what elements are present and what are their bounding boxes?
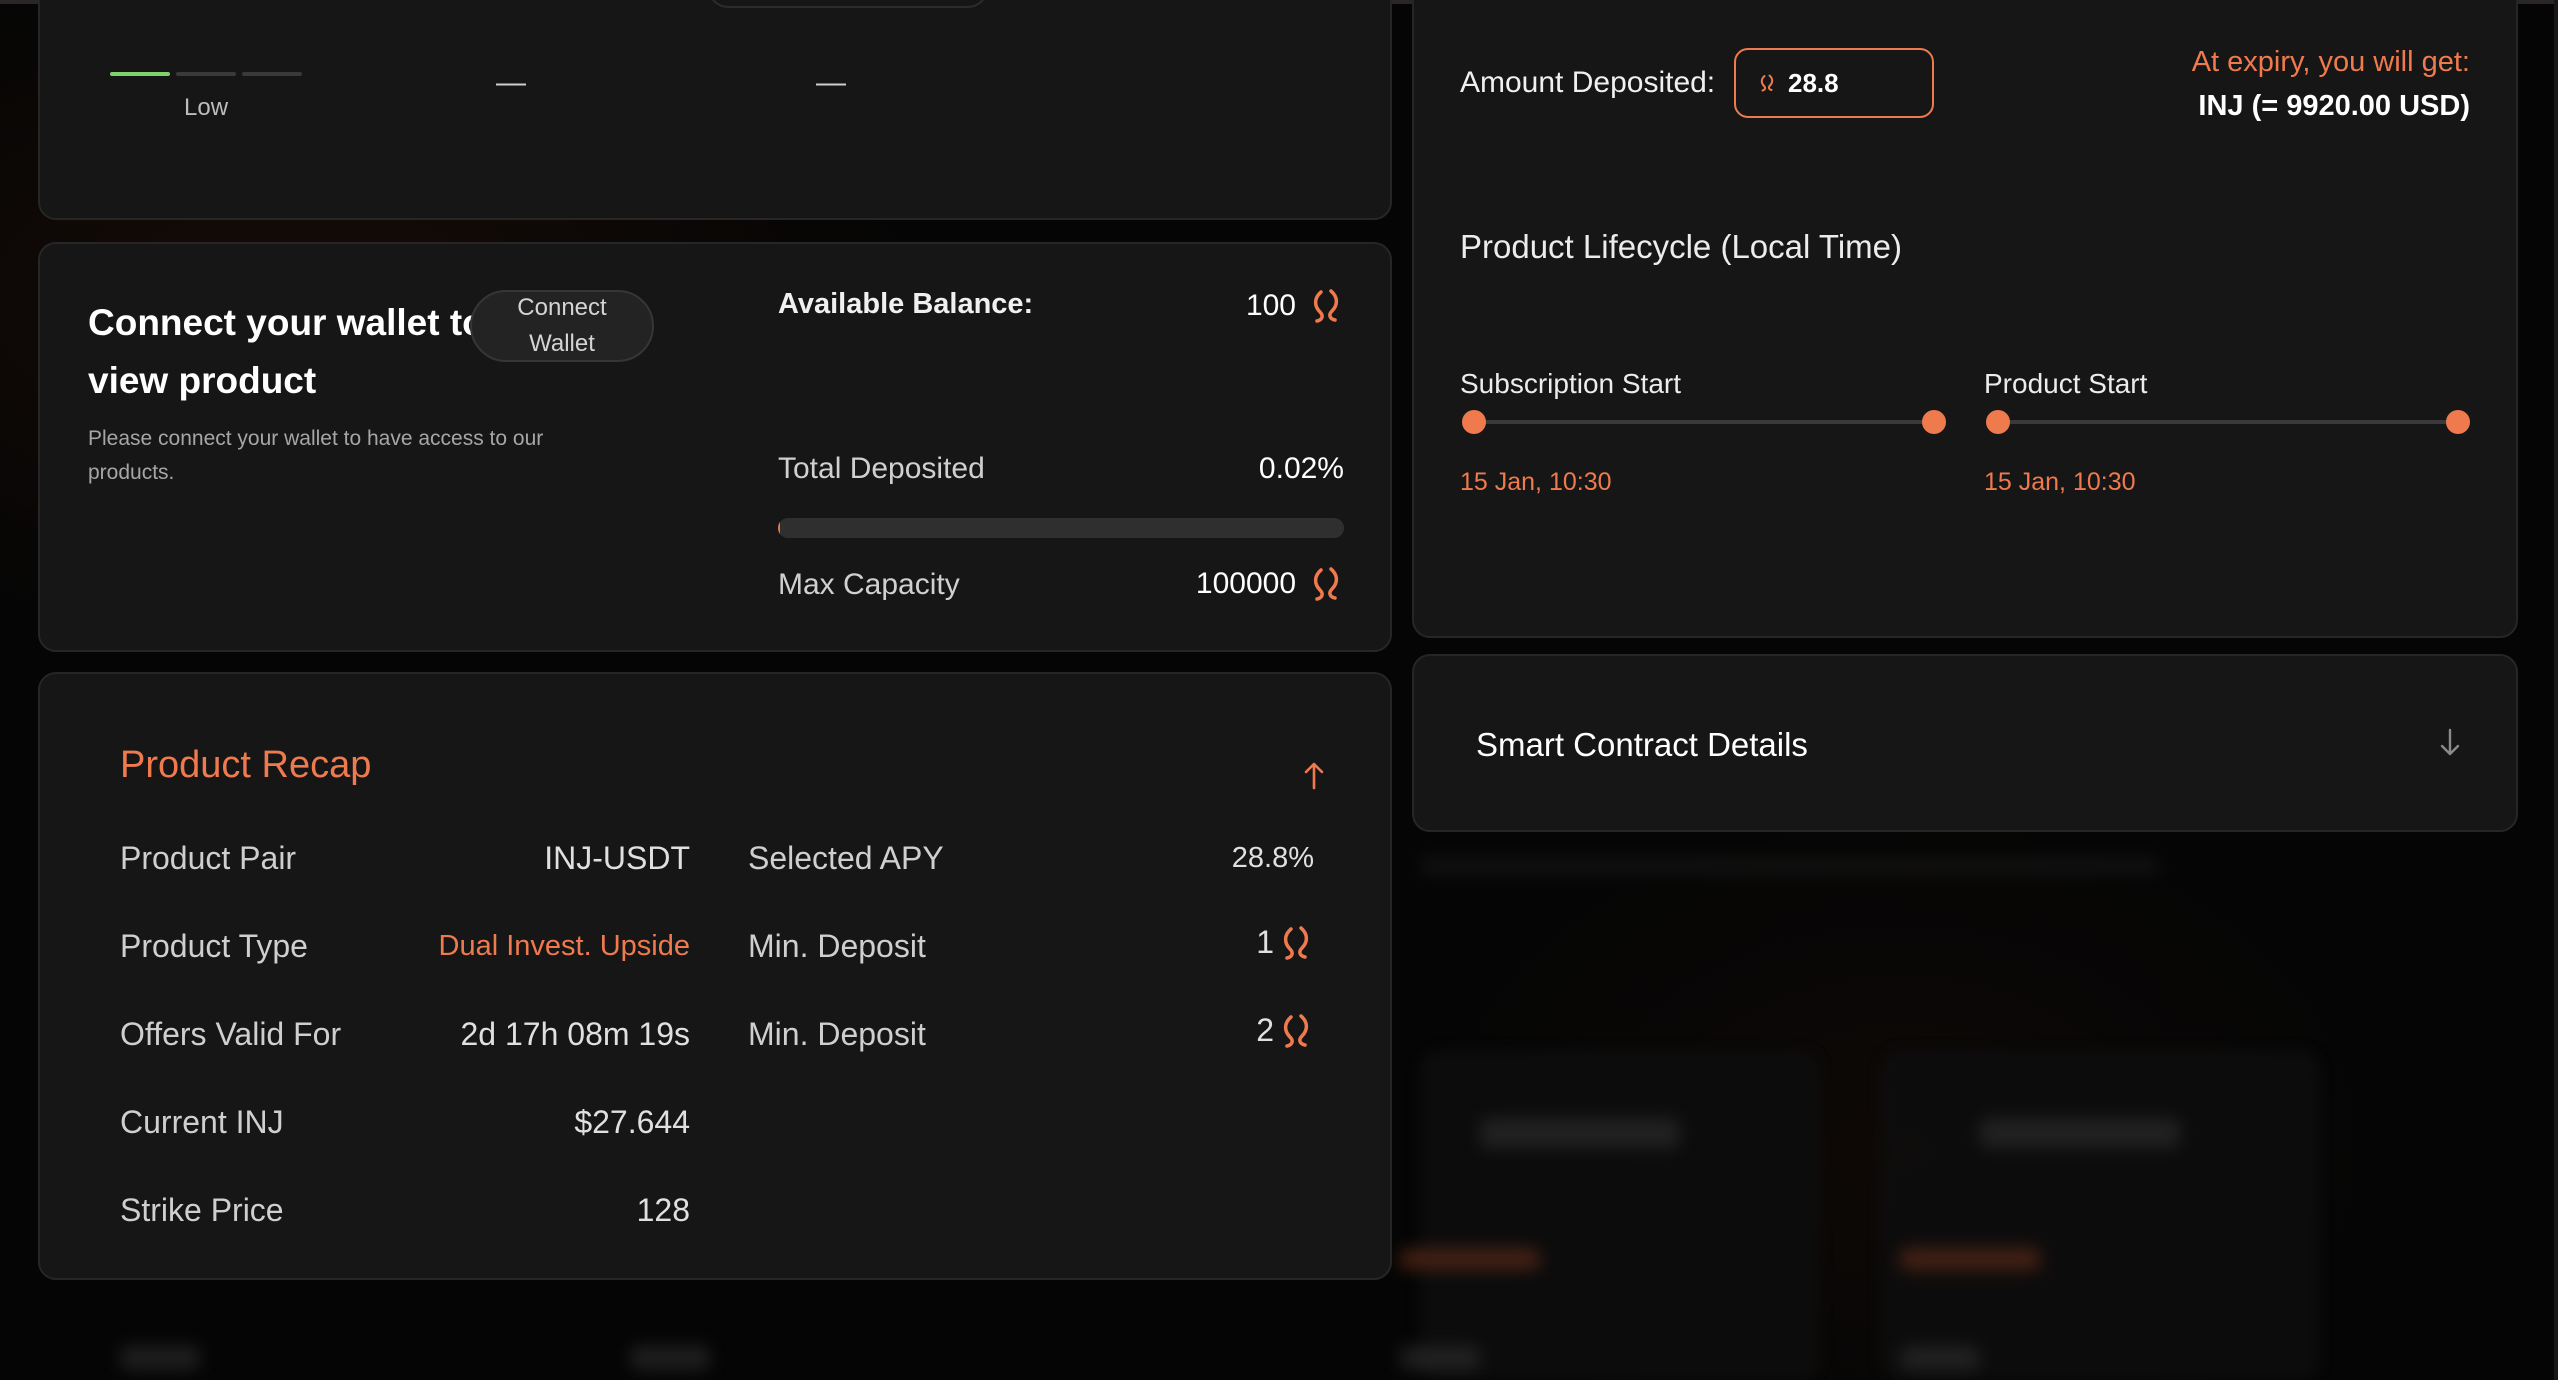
product-recap-title: Product Recap bbox=[120, 744, 372, 786]
available-balance-label: Available Balance: bbox=[778, 288, 1034, 320]
product-start-label: Product Start bbox=[1984, 368, 2148, 399]
product-start-date: 15 Jan, 10:30 bbox=[1984, 468, 2136, 496]
wallet-card: Connect your wallet to view product Conn… bbox=[38, 242, 1392, 652]
blurred-card bbox=[1880, 1050, 2320, 1380]
deposit-summary-card: Amount Deposited: 28.8 At expiry, you wi… bbox=[1412, 0, 2518, 638]
current-inj-label: Current INJ bbox=[120, 1104, 284, 1140]
wallet-title: Connect your wallet to view product bbox=[88, 302, 485, 401]
blurred-text bbox=[1480, 1118, 1680, 1148]
timeline-dot bbox=[2446, 410, 2470, 434]
total-deposited-value: 0.02% bbox=[1258, 452, 1344, 485]
strike-price-value: 128 bbox=[636, 1192, 690, 1228]
injective-token-icon bbox=[1760, 74, 1774, 92]
amount-deposited-label: Amount Deposited: bbox=[1460, 66, 1716, 99]
injective-token-icon bbox=[1313, 289, 1339, 323]
current-inj-value: $27.644 bbox=[574, 1104, 690, 1140]
blurred-text bbox=[120, 1346, 200, 1370]
wallet-description: Please connect your wallet to have acces… bbox=[88, 427, 544, 484]
subscription-start-date: 15 Jan, 10:30 bbox=[1460, 468, 1612, 496]
timeline-dot bbox=[1986, 410, 2010, 434]
subscription-start-label: Subscription Start bbox=[1460, 368, 1681, 399]
min-deposit-amount: 1 bbox=[1256, 924, 1274, 960]
deposit-progress-bar bbox=[778, 518, 1344, 538]
risk-card: Low — — bbox=[38, 0, 1392, 220]
offers-valid-value: 2d 17h 08m 19s bbox=[460, 1016, 691, 1052]
lifecycle-title: Product Lifecycle (Local Time) bbox=[1460, 228, 1903, 265]
min-deposit-amount: 2 bbox=[1256, 1012, 1274, 1048]
empty-value-dash: — bbox=[496, 66, 526, 99]
max-capacity-value: 100000 bbox=[1196, 566, 1344, 602]
deposit-progress-fill bbox=[778, 518, 781, 538]
selected-apy-label: Selected APY bbox=[748, 840, 944, 876]
smart-contract-card[interactable]: Smart Contract Details bbox=[1412, 654, 2518, 832]
min-deposit-value: 1 bbox=[1256, 924, 1314, 961]
amount-deposited-value: 28.8 bbox=[1788, 67, 1839, 98]
injective-token-icon bbox=[1313, 567, 1339, 601]
window-right-edge bbox=[2554, 0, 2558, 1380]
blurred-text bbox=[1900, 1346, 1980, 1370]
smart-contract-title: Smart Contract Details bbox=[1476, 726, 1808, 763]
selected-apy-value: 28.8% bbox=[1231, 842, 1314, 874]
arrow-down-icon[interactable] bbox=[2438, 728, 2462, 758]
blurred-card bbox=[1420, 1050, 1820, 1380]
max-capacity-label: Max Capacity bbox=[778, 568, 960, 601]
strike-price-label: Strike Price bbox=[120, 1192, 284, 1228]
expiry-label: At expiry, you will get: bbox=[2191, 46, 2470, 78]
product-timeline bbox=[1986, 410, 2470, 434]
risk-level-bars bbox=[110, 72, 302, 76]
product-type-label: Product Type bbox=[120, 928, 308, 964]
arrow-up-icon[interactable] bbox=[1302, 760, 1326, 790]
risk-bar bbox=[242, 72, 302, 76]
product-type-value: Dual Invest. Upside bbox=[438, 930, 690, 962]
injective-token-icon bbox=[1283, 1013, 1309, 1048]
expiry-value: INJ (= 9920.00 USD) bbox=[2198, 90, 2470, 122]
product-recap-card: Product Recap Product Pair INJ-USDT Prod… bbox=[38, 672, 1392, 1280]
min-deposit-value: 2 bbox=[1256, 1012, 1314, 1049]
min-deposit-label: Min. Deposit bbox=[748, 1016, 926, 1052]
blurred-text bbox=[1980, 1118, 2180, 1148]
risk-level-label: Low bbox=[184, 94, 229, 121]
amount-deposited-field[interactable]: 28.8 bbox=[1734, 48, 1934, 118]
product-pair-label: Product Pair bbox=[120, 840, 297, 876]
empty-value-dash: — bbox=[816, 66, 846, 99]
risk-bar bbox=[176, 72, 236, 76]
blurred-text bbox=[1420, 856, 2160, 876]
min-deposit-label: Min. Deposit bbox=[748, 928, 926, 964]
available-balance-value: 100 bbox=[1246, 288, 1344, 324]
timeline-dot bbox=[1922, 410, 1946, 434]
total-deposited-label: Total Deposited bbox=[778, 452, 985, 485]
product-pair-value: INJ-USDT bbox=[544, 840, 690, 876]
max-capacity-amount: 100000 bbox=[1195, 567, 1296, 600]
connect-wallet-button[interactable]: Connect Wallet bbox=[470, 290, 654, 362]
timeline-dot bbox=[1462, 410, 1486, 434]
blurred-text bbox=[1400, 1248, 1540, 1270]
offers-valid-label: Offers Valid For bbox=[120, 1016, 342, 1052]
injective-token-icon bbox=[1283, 925, 1309, 960]
blurred-text bbox=[630, 1346, 710, 1370]
blurred-text bbox=[1900, 1248, 2040, 1270]
blurred-text bbox=[1400, 1346, 1480, 1370]
risk-tab bbox=[708, 0, 988, 8]
risk-bar bbox=[110, 72, 170, 76]
subscription-timeline bbox=[1462, 410, 1946, 434]
available-balance-amount: 100 bbox=[1245, 289, 1296, 322]
